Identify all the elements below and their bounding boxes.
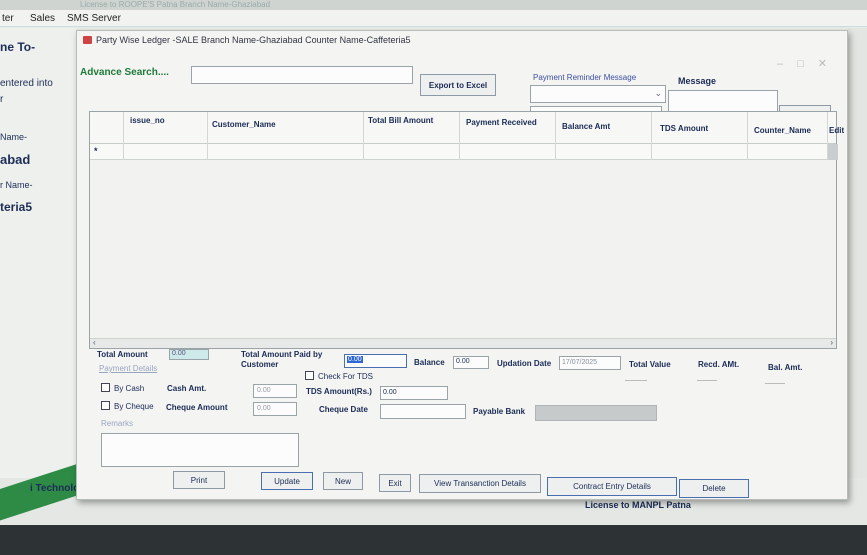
desk-surface — [0, 525, 867, 555]
contract-entry-button[interactable]: Contract Entry Details — [547, 477, 677, 496]
delete-button[interactable]: Delete — [679, 479, 749, 498]
table-row[interactable]: * — [90, 144, 838, 160]
cell-payment-received[interactable] — [460, 144, 556, 160]
cell-total-bill[interactable] — [364, 144, 460, 160]
left-label-entered: entered into — [0, 78, 53, 89]
balance-field: 0.00 — [453, 356, 489, 369]
recd-amt-field — [697, 375, 717, 381]
cheque-date-label: Cheque Date — [319, 405, 368, 414]
col-payment-received[interactable]: Payment Received — [460, 112, 556, 144]
chevron-down-icon: ⌄ — [654, 88, 662, 98]
cheque-amount-label: Cheque Amount — [166, 403, 228, 412]
bal-amt-label: Bal. Amt. — [768, 363, 803, 372]
main-title-bar: License to ROOPE'S Patna Branch Name-Gha… — [0, 0, 867, 10]
export-excel-button[interactable]: Export to Excel — [420, 74, 496, 96]
ledger-grid: issue_no Customer_Name Total Bill Amount… — [89, 111, 844, 349]
cheque-date-picker[interactable] — [380, 404, 466, 419]
col-tds-amount[interactable]: TDS Amount — [652, 112, 748, 144]
by-cash-checkbox[interactable] — [101, 383, 110, 392]
tds-amount-label: TDS Amount(Rs.) — [306, 387, 372, 396]
col-issue-no[interactable]: issue_no — [124, 112, 208, 144]
advance-search-input[interactable] — [191, 66, 413, 84]
updation-date-label: Updation Date — [497, 359, 552, 368]
col-total-bill[interactable]: Total Bill Amount — [364, 112, 460, 144]
message-label: Message — [678, 76, 717, 86]
main-left-panel: ne To- entered into r Name- abad r Name-… — [0, 28, 76, 478]
tds-amount-input[interactable]: 0.00 — [380, 386, 448, 400]
menu-item-sales[interactable]: Sales — [30, 13, 55, 24]
total-value-field — [625, 375, 647, 381]
payable-bank-label: Payable Bank — [473, 407, 526, 416]
total-paid-input[interactable]: 0.00 — [344, 354, 407, 368]
advance-search-label: Advance Search.... — [80, 67, 169, 78]
balance-label: Balance — [414, 358, 445, 367]
left-label-branch-name: Name- — [0, 132, 28, 142]
total-amount-label: Total Amount — [97, 350, 148, 359]
cell-tds-amount[interactable] — [652, 144, 748, 160]
left-label-r: r — [0, 94, 4, 105]
by-cheque-option[interactable]: By Cheque — [101, 401, 154, 411]
payable-bank-dropdown[interactable] — [535, 405, 657, 421]
total-value-label: Total Value — [629, 360, 671, 369]
window-controls: –□✕ — [777, 57, 841, 70]
cell-balance-amt[interactable] — [556, 144, 652, 160]
check-tds-checkbox[interactable] — [305, 371, 314, 380]
col-customer-name[interactable]: Customer_Name — [208, 112, 364, 144]
cell-issue-no[interactable] — [124, 144, 208, 160]
party-ledger-dialog: Party Wise Ledger -SALE Branch Name-Ghaz… — [76, 30, 848, 500]
col-balance-amt[interactable]: Balance Amt — [556, 112, 652, 144]
new-row-marker: * — [90, 144, 124, 160]
scroll-right-icon[interactable]: › — [830, 338, 833, 347]
left-label-counter-value: teria5 — [0, 200, 33, 214]
menu-item-master[interactable]: ter — [2, 13, 14, 24]
bal-amt-field — [765, 378, 785, 384]
payment-details-link[interactable]: Payment Details — [99, 364, 157, 373]
remarks-label: Remarks — [101, 419, 134, 428]
updation-date-picker[interactable]: 17/07/2025 — [559, 356, 621, 370]
cell-counter-name[interactable] — [748, 144, 828, 160]
update-button[interactable]: Update — [261, 472, 313, 490]
cash-amt-label: Cash Amt. — [167, 384, 207, 393]
col-edit[interactable]: Edit — [828, 112, 844, 144]
total-paid-value: 0.00 — [347, 356, 363, 363]
by-cheque-checkbox[interactable] — [101, 401, 110, 410]
left-label-welcome: ne To- — [0, 40, 36, 54]
total-paid-label: Total Amount Paid by Customer — [241, 350, 323, 369]
scroll-left-icon[interactable]: ‹ — [93, 338, 96, 347]
main-menu-bar: ter Sales SMS Server — [0, 10, 867, 27]
new-button[interactable]: New — [323, 472, 363, 490]
cheque-amount-input[interactable]: 0.00 — [253, 402, 297, 416]
view-transaction-button[interactable]: View Transanction Details — [419, 474, 541, 493]
col-counter-name[interactable]: Counter_Name — [748, 112, 828, 144]
recd-amt-label: Recd. AMt. — [698, 360, 740, 369]
license-footer-text: License to MANPL Patna — [585, 500, 691, 510]
minimize-icon[interactable]: – — [777, 58, 797, 70]
print-button[interactable]: Print — [173, 471, 225, 489]
close-icon[interactable]: ✕ — [818, 58, 841, 70]
menu-item-sms-server[interactable]: SMS Server — [67, 13, 121, 24]
cell-customer-name[interactable] — [208, 144, 364, 160]
total-amount-field: 0.00 — [169, 349, 209, 360]
cash-amt-input[interactable]: 0.00 — [253, 384, 297, 398]
payment-reminder-label: Payment Reminder Message — [533, 73, 637, 82]
remarks-textarea[interactable] — [101, 433, 299, 467]
cell-edit-button[interactable] — [828, 144, 838, 160]
grid-corner — [90, 112, 124, 144]
app-icon — [83, 36, 92, 44]
left-label-counter-name: r Name- — [0, 180, 33, 190]
exit-button[interactable]: Exit — [379, 474, 411, 492]
dialog-title: Party Wise Ledger -SALE Branch Name-Ghaz… — [96, 35, 411, 45]
check-tds-option[interactable]: Check For TDS — [305, 371, 373, 381]
horizontal-scrollbar[interactable]: ‹ › — [90, 338, 836, 348]
payment-reminder-dropdown[interactable]: ⌄ — [530, 85, 666, 103]
maximize-icon[interactable]: □ — [797, 58, 818, 70]
by-cash-option[interactable]: By Cash — [101, 383, 144, 393]
left-label-branch-value: abad — [0, 152, 31, 167]
dialog-title-bar: Party Wise Ledger -SALE Branch Name-Ghaz… — [83, 35, 410, 45]
grid-header: issue_no Customer_Name Total Bill Amount… — [90, 112, 844, 144]
main-right-edge — [848, 28, 867, 498]
